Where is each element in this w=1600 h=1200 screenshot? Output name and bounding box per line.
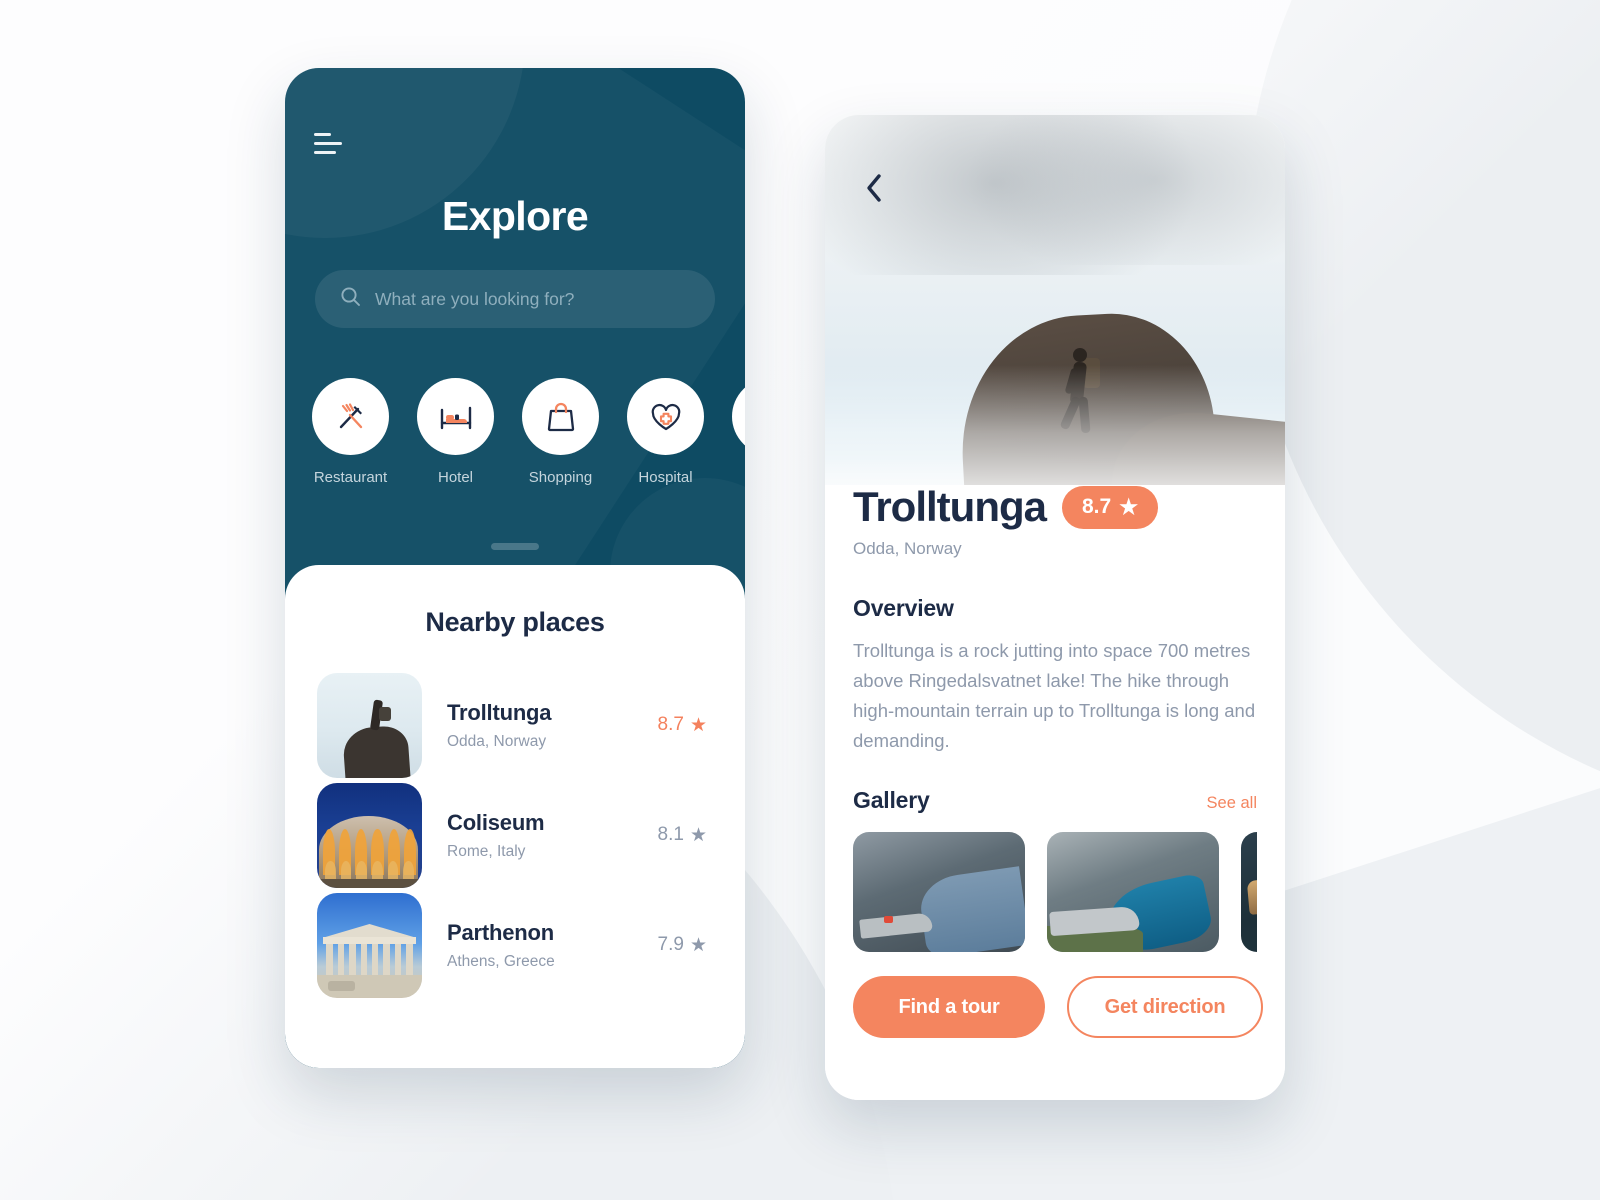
rating-value: 8.7 — [657, 714, 684, 735]
place-location: Athens, Greece — [447, 952, 555, 970]
page-title: Trolltunga — [853, 483, 1047, 530]
place-list: Trolltunga Odda, Norway 8.7 ★ Coliseum R… — [317, 670, 713, 1000]
see-all-link[interactable]: See all — [1207, 794, 1257, 813]
place-info: Trolltunga Odda, Norway — [422, 700, 658, 751]
list-item[interactable]: Coliseum Rome, Italy 8.1 ★ — [317, 780, 713, 890]
place-location: Odda, Norway — [853, 539, 962, 559]
place-location: Odda, Norway — [447, 732, 547, 750]
overview-heading: Overview — [853, 595, 954, 622]
back-chevron-icon[interactable] — [857, 171, 891, 205]
decorative-background — [0, 0, 1600, 1200]
partial-category-icon[interactable] — [732, 378, 745, 455]
hero-cloud — [965, 115, 1285, 265]
category-label: Hotel — [437, 469, 474, 486]
category-label: Hospital — [638, 469, 693, 486]
gallery-image-1[interactable] — [853, 831, 1025, 952]
search-placeholder: What are you looking for? — [375, 288, 575, 309]
menu-line-1 — [314, 132, 331, 136]
place-info: Coliseum Rome, Italy — [422, 810, 658, 861]
overview-section: Overview Trolltunga is a rock jutting in… — [853, 595, 1257, 756]
category-label: Shopping — [528, 469, 593, 486]
gallery-image-2[interactable] — [1047, 831, 1219, 952]
trolltunga-hiker-hero-image — [825, 115, 1285, 515]
page-title: Explore — [441, 193, 589, 239]
gallery-strip[interactable] — [853, 831, 1257, 952]
place-name: Parthenon — [447, 919, 554, 945]
background-gradient-wash — [0, 0, 1600, 1200]
section-title: Nearby places — [425, 607, 605, 637]
category-shopping[interactable]: Shopping — [522, 378, 599, 486]
rating-value: 7.9 — [657, 934, 684, 955]
shopping-bag-icon[interactable] — [522, 378, 599, 455]
find-a-tour-button[interactable]: Find a tour — [853, 976, 1045, 1038]
explore-screen: Explore What are you looking for? Restau… — [285, 68, 745, 1068]
coliseum-thumbnail — [317, 782, 422, 888]
star-icon: ★ — [689, 714, 707, 736]
drag-handle[interactable] — [491, 543, 539, 550]
action-buttons: Find a tour Get direction — [853, 976, 1263, 1038]
place-name: Trolltunga — [447, 699, 552, 725]
parthenon-thumbnail — [317, 892, 422, 998]
gallery-heading: Gallery — [853, 786, 930, 813]
hamburger-menu-icon[interactable] — [314, 128, 348, 158]
category-partial[interactable]: A — [732, 378, 745, 486]
list-item[interactable]: Trolltunga Odda, Norway 8.7 ★ — [317, 670, 713, 780]
trolltunga-thumbnail — [317, 672, 422, 778]
nearby-places-sheet: Nearby places Trolltunga Odda, Norway 8.… — [285, 565, 745, 1068]
place-rating: 8.1 ★ — [658, 824, 713, 847]
category-label: Restaurant — [313, 469, 388, 486]
status-badge: 8.7 ★ — [1062, 485, 1159, 529]
gallery-header: Gallery See all — [853, 787, 1257, 814]
category-hospital[interactable]: Hospital — [627, 378, 704, 486]
star-icon: ★ — [689, 934, 707, 956]
fork-knife-icon[interactable] — [312, 378, 389, 455]
place-rating: 8.7 ★ — [658, 714, 713, 737]
overview-text: Trolltunga is a rock jutting into space … — [853, 640, 1256, 751]
star-icon: ★ — [689, 824, 707, 846]
rating-value: 8.7 — [1082, 495, 1112, 519]
gallery-image-3[interactable] — [1241, 831, 1257, 952]
star-icon: ★ — [1119, 495, 1139, 519]
place-info: Parthenon Athens, Greece — [422, 920, 658, 971]
title-row: Trolltunga 8.7 ★ — [853, 483, 1257, 530]
search-icon — [340, 286, 361, 312]
place-detail-screen: Trolltunga 8.7 ★ Odda, Norway Overview T… — [825, 115, 1285, 1100]
rating-value: 8.1 — [657, 824, 684, 845]
menu-line-3 — [314, 150, 336, 154]
heart-plus-icon[interactable] — [627, 378, 704, 455]
get-direction-button[interactable]: Get direction — [1067, 976, 1263, 1038]
place-location: Rome, Italy — [447, 842, 526, 860]
list-item[interactable]: Parthenon Athens, Greece 7.9 ★ — [317, 890, 713, 1000]
menu-line-2 — [314, 141, 342, 145]
category-hotel[interactable]: Hotel — [417, 378, 494, 486]
category-restaurant[interactable]: Restaurant — [312, 378, 389, 486]
search-input[interactable]: What are you looking for? — [315, 270, 715, 328]
bed-icon[interactable] — [417, 378, 494, 455]
category-row[interactable]: Restaurant Hotel Shopping Hospital — [312, 378, 745, 486]
place-rating: 7.9 ★ — [658, 934, 713, 957]
place-name: Coliseum — [447, 809, 545, 835]
